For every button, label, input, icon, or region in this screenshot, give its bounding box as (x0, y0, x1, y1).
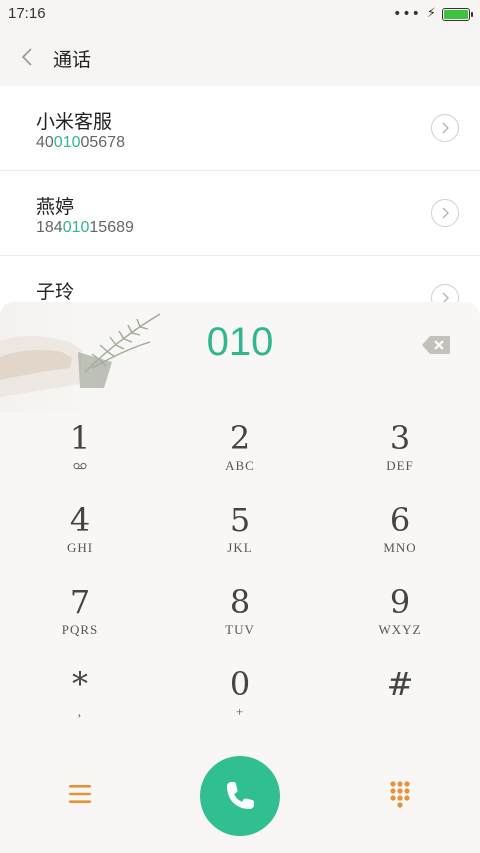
menu-icon[interactable] (60, 774, 100, 814)
key-letters: ABC (225, 458, 255, 473)
status-bar: 17:16 ••• ⚡ (0, 0, 480, 28)
key-star[interactable]: * , (0, 666, 160, 748)
key-9[interactable]: 9 WXYZ (320, 584, 480, 666)
dialed-number-display: 010 (206, 320, 274, 364)
number-prefix: 184 (36, 219, 63, 236)
key-digit: * (72, 665, 88, 703)
contact-name: 子玲 (36, 281, 75, 303)
key-digit: 1 (69, 419, 91, 457)
key-letters: TUV (225, 622, 255, 637)
key-digit: 4 (69, 501, 91, 539)
status-icons: ••• ⚡ (393, 6, 473, 22)
contact-name: 燕婷 (36, 196, 75, 218)
contact-detail-chevron-icon[interactable] (431, 199, 459, 227)
key-digit: 7 (69, 583, 91, 621)
number-prefix: 40 (36, 134, 54, 151)
number-match-highlight: 010 (53, 134, 81, 151)
key-digit: 6 (389, 501, 411, 539)
contact-detail-chevron-icon[interactable] (431, 114, 459, 142)
top-bar: 通话 (0, 28, 480, 86)
page-title: 通话 (53, 49, 92, 71)
key-letters: PQRS (61, 622, 99, 637)
key-letters: , (77, 704, 83, 719)
key-3[interactable]: 3 DEF (320, 420, 480, 502)
key-1[interactable]: 1 (0, 420, 160, 502)
battery-fill (444, 9, 468, 19)
key-letters: + (235, 704, 245, 719)
contact-result-row[interactable]: 燕婷 18401015689 (0, 171, 480, 256)
contact-result-row[interactable]: 小米客服 4001005678 (0, 86, 480, 171)
dialpad-panel: 010 1 2 ABC 3 DEF 4 GHI 5 JKL 6 MNO 7 PQ… (0, 302, 480, 853)
battery-icon (442, 7, 473, 21)
call-button[interactable] (200, 756, 280, 836)
key-digit: 0 (229, 665, 251, 703)
key-letters: MNO (383, 540, 417, 555)
back-chevron-icon[interactable] (18, 46, 38, 68)
key-letters: WXYZ (378, 622, 422, 637)
key-5[interactable]: 5 JKL (160, 502, 320, 584)
voicemail-icon (0, 458, 160, 474)
key-8[interactable]: 8 TUV (160, 584, 320, 666)
key-letters: GHI (66, 540, 94, 555)
backspace-icon[interactable] (421, 335, 451, 355)
more-notifications-icon: ••• (393, 6, 421, 22)
key-digit: 2 (229, 419, 251, 457)
key-hash[interactable]: # (320, 666, 480, 748)
key-0[interactable]: 0 + (160, 666, 320, 748)
charging-icon: ⚡ (426, 6, 436, 21)
key-digit: # (386, 665, 414, 703)
contact-name: 小米客服 (36, 111, 113, 133)
status-time: 17:16 (8, 5, 46, 22)
contact-number: 18401015689 (36, 219, 134, 237)
key-digit: 5 (229, 501, 251, 539)
key-digit: 3 (389, 419, 411, 457)
dialpad-icon[interactable] (380, 774, 420, 814)
number-match-highlight: 010 (62, 219, 90, 236)
key-6[interactable]: 6 MNO (320, 502, 480, 584)
key-letters: JKL (227, 540, 253, 555)
phone-icon (227, 782, 254, 809)
contact-number: 4001005678 (36, 134, 125, 152)
key-digit: 9 (389, 583, 411, 621)
number-suffix: 15689 (89, 219, 134, 236)
key-digit: 8 (229, 583, 251, 621)
key-4[interactable]: 4 GHI (0, 502, 160, 584)
key-7[interactable]: 7 PQRS (0, 584, 160, 666)
number-suffix: 05678 (80, 134, 126, 151)
key-2[interactable]: 2 ABC (160, 420, 320, 502)
key-letters: DEF (386, 458, 414, 473)
